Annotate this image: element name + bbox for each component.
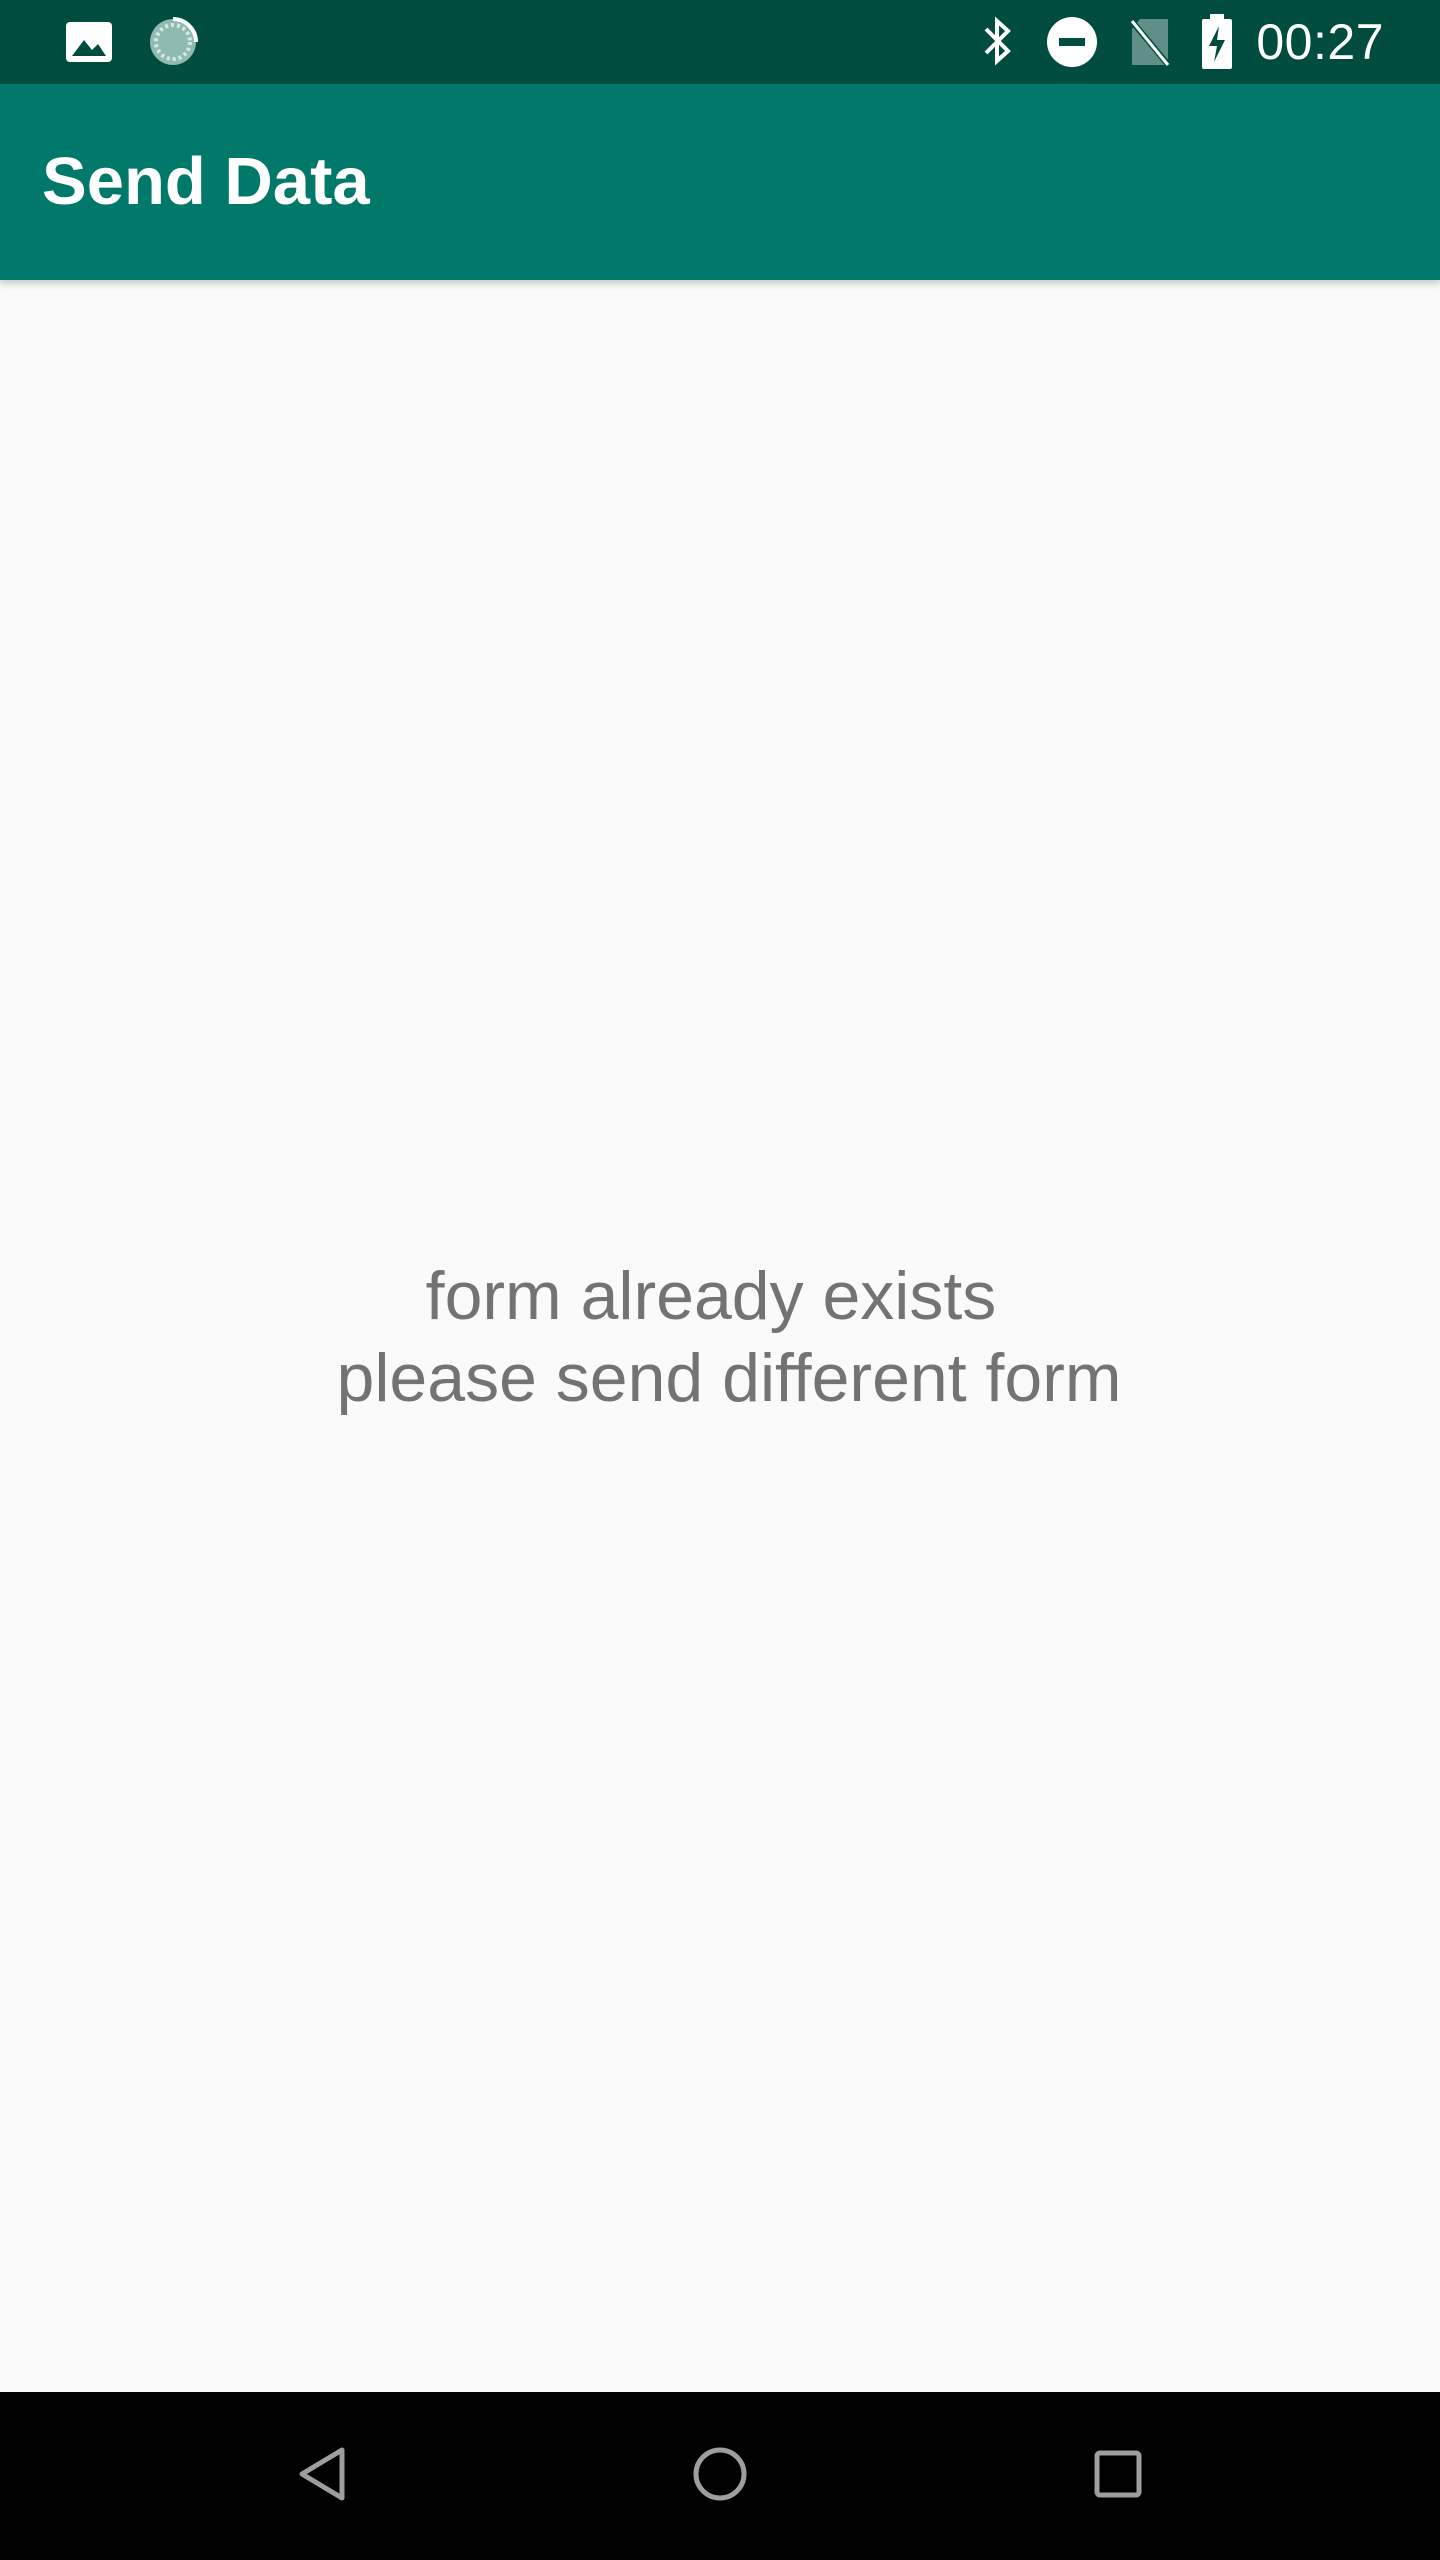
home-icon (690, 2444, 750, 2508)
navigation-bar (0, 2392, 1440, 2560)
home-button[interactable] (640, 2392, 800, 2560)
main-content: form already exists please send differen… (0, 280, 1440, 2392)
screen: 00:27 Send Data form already exists plea… (0, 0, 1440, 2560)
do-not-disturb-icon (1046, 16, 1098, 68)
back-button[interactable] (242, 2392, 402, 2560)
page-title: Send Data (42, 144, 370, 219)
image-notification-icon (64, 20, 114, 64)
status-time: 00:27 (1256, 14, 1384, 70)
status-bar: 00:27 (0, 0, 1440, 84)
message-line-1: form already exists (425, 1258, 997, 1334)
battery-charging-icon (1200, 14, 1234, 70)
app-bar: Send Data (0, 84, 1440, 280)
recents-icon (1092, 2448, 1144, 2504)
sync-progress-icon (148, 17, 198, 67)
bluetooth-icon (980, 15, 1016, 69)
status-message: form already exists please send differen… (0, 1255, 1440, 1419)
status-right-icons: 00:27 (980, 0, 1384, 84)
back-icon (294, 2444, 350, 2508)
message-line-2: please send different form (336, 1340, 1122, 1416)
status-left-icons (64, 0, 198, 84)
recents-button[interactable] (1038, 2392, 1198, 2560)
no-sim-icon (1128, 15, 1173, 69)
